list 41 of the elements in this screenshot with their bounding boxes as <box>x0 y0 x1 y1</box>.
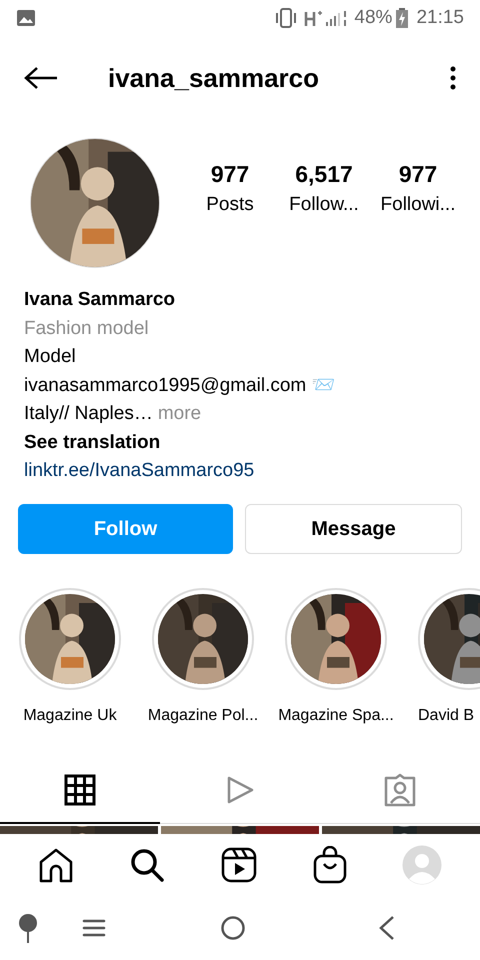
stat-label[interactable]: Followi... <box>380 191 456 220</box>
vibrate-icon <box>274 8 298 28</box>
home-icon[interactable] <box>38 846 74 882</box>
bio-line: ivanasammarco1995@gmail.com 📨 <box>24 374 337 398</box>
profile-name: Ivana Sammarco <box>24 288 176 312</box>
reels-icon[interactable] <box>220 846 257 882</box>
tagged-person-icon <box>383 773 417 807</box>
highlight-label: David B <box>418 706 474 726</box>
image-icon <box>16 8 36 28</box>
clock-time: 21:15 <box>416 6 464 30</box>
stat-count: 977 <box>210 160 250 188</box>
shopping-bag-icon[interactable] <box>312 846 347 884</box>
highlight-label: Magazine Spa... <box>278 706 394 726</box>
see-translation-link[interactable]: See translation <box>24 428 456 457</box>
search-icon[interactable] <box>129 846 166 882</box>
play-icon <box>225 774 255 806</box>
stat-label[interactable]: Follow... <box>289 191 359 220</box>
signal-icon <box>304 8 348 28</box>
home-button-icon[interactable] <box>220 914 246 941</box>
profile-username: ivana_sammarco <box>108 62 320 94</box>
bio-line: Model <box>24 345 77 369</box>
back-arrow-icon[interactable] <box>24 66 58 90</box>
profile-link[interactable]: linktr.ee/IvanaSammarco95 <box>24 457 456 486</box>
recent-apps-icon[interactable] <box>82 918 106 938</box>
highlight-ring[interactable] <box>152 588 254 690</box>
more-options-icon[interactable] <box>450 66 456 90</box>
bio-location: Italy// Naples… <box>24 402 153 426</box>
stat-label[interactable]: Posts <box>206 191 254 220</box>
battery-percentage: 48% <box>354 6 392 30</box>
profile-category: Fashion model <box>24 316 150 340</box>
back-button-icon[interactable] <box>378 914 396 941</box>
highlight-ring[interactable] <box>19 588 121 690</box>
highlight-ring[interactable] <box>285 588 387 690</box>
highlight-label: Magazine Pol... <box>148 706 258 726</box>
pin-icon <box>18 912 38 943</box>
stat-count: 6,517 <box>295 160 353 188</box>
battery-icon <box>396 8 408 28</box>
stat-count: 977 <box>398 160 438 188</box>
highlight-label: Magazine Uk <box>23 706 117 726</box>
message-button[interactable]: Message <box>245 504 462 554</box>
grid-icon <box>64 774 96 806</box>
